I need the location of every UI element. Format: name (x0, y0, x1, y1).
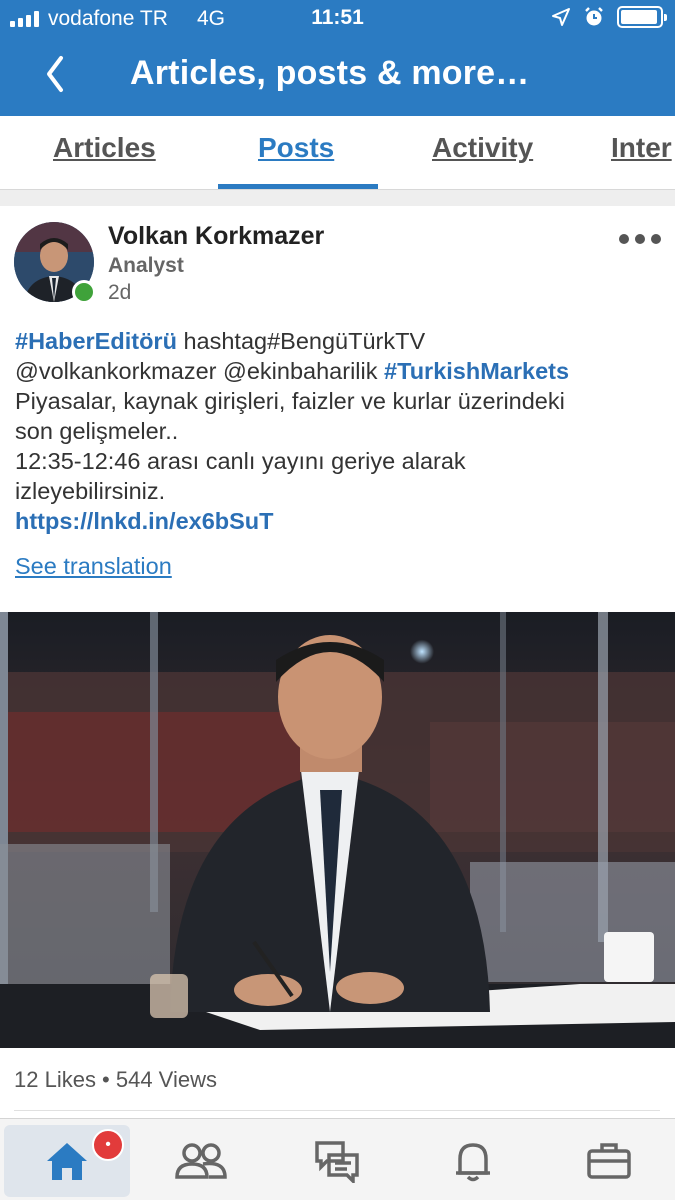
post-stats[interactable]: 12 Likes • 544 Views (14, 1067, 217, 1093)
status-bar: vodafone TR 4G 11:51 (0, 0, 675, 38)
author-name[interactable]: Volkan Korkmazer (108, 222, 324, 251)
post-link[interactable]: https://lnkd.in/ex6bSuT (15, 508, 274, 534)
bell-icon (456, 1143, 490, 1182)
divider (14, 1110, 660, 1111)
hashtag-link[interactable]: #TurkishMarkets (384, 358, 569, 384)
page-title: Articles, posts & more… (130, 54, 530, 92)
post-body: #HaberEditörü hashtag#BengüTürkTV @volka… (15, 326, 665, 536)
tab-posts[interactable]: Posts (258, 132, 334, 164)
bottom-nav: • (0, 1118, 675, 1200)
mentions-text: @volkankorkmazer @ekinbaharilik (15, 358, 385, 384)
tab-bar: Articles Posts Activity Inter (0, 116, 675, 190)
nav-my-network[interactable] (138, 1125, 264, 1197)
chevron-left-icon (47, 56, 63, 92)
post-photo (0, 612, 675, 1048)
online-status-indicator (72, 280, 96, 304)
messages-icon (315, 1141, 359, 1183)
location-icon (552, 8, 570, 26)
battery-icon (617, 6, 667, 28)
post-text-line: Piyasalar, kaynak girişleri, faizler ve … (15, 388, 565, 414)
post-text-line: izleyebilirsiniz. (15, 478, 166, 504)
notification-badge: • (92, 1129, 124, 1161)
section-separator (0, 190, 675, 206)
home-icon (47, 1143, 87, 1180)
more-options-icon[interactable] (619, 234, 661, 244)
post-image[interactable] (0, 612, 675, 1048)
nav-messaging[interactable] (274, 1125, 400, 1197)
tab-interests[interactable]: Inter (611, 132, 672, 164)
alarm-icon (585, 7, 603, 26)
top-bar: vodafone TR 4G 11:51 Articles, posts & m… (0, 0, 675, 116)
back-button[interactable] (30, 44, 80, 104)
hashtag-link[interactable]: #HaberEditörü (15, 328, 177, 354)
author-headline: Analyst (108, 254, 184, 277)
title-bar: Articles, posts & more… (0, 42, 675, 108)
nav-jobs[interactable] (546, 1125, 672, 1197)
nav-home[interactable]: • (4, 1125, 130, 1197)
active-tab-indicator (218, 184, 378, 189)
status-icons (551, 6, 667, 28)
briefcase-icon (587, 1143, 631, 1179)
nav-notifications[interactable] (410, 1125, 536, 1197)
tab-articles[interactable]: Articles (53, 132, 156, 164)
post-timestamp: 2d (108, 281, 132, 304)
post-text-line: 12:35-12:46 arası canlı yayını geriye al… (15, 448, 466, 474)
post-text-line: son gelişmeler.. (15, 418, 179, 444)
see-translation-link[interactable]: See translation (15, 553, 172, 580)
post-card: Volkan Korkmazer Analyst 2d #HaberEditör… (0, 206, 675, 1118)
people-icon (175, 1143, 227, 1179)
post-text-segment: hashtag#BengüTürkTV (176, 328, 426, 354)
tab-activity[interactable]: Activity (432, 132, 533, 164)
